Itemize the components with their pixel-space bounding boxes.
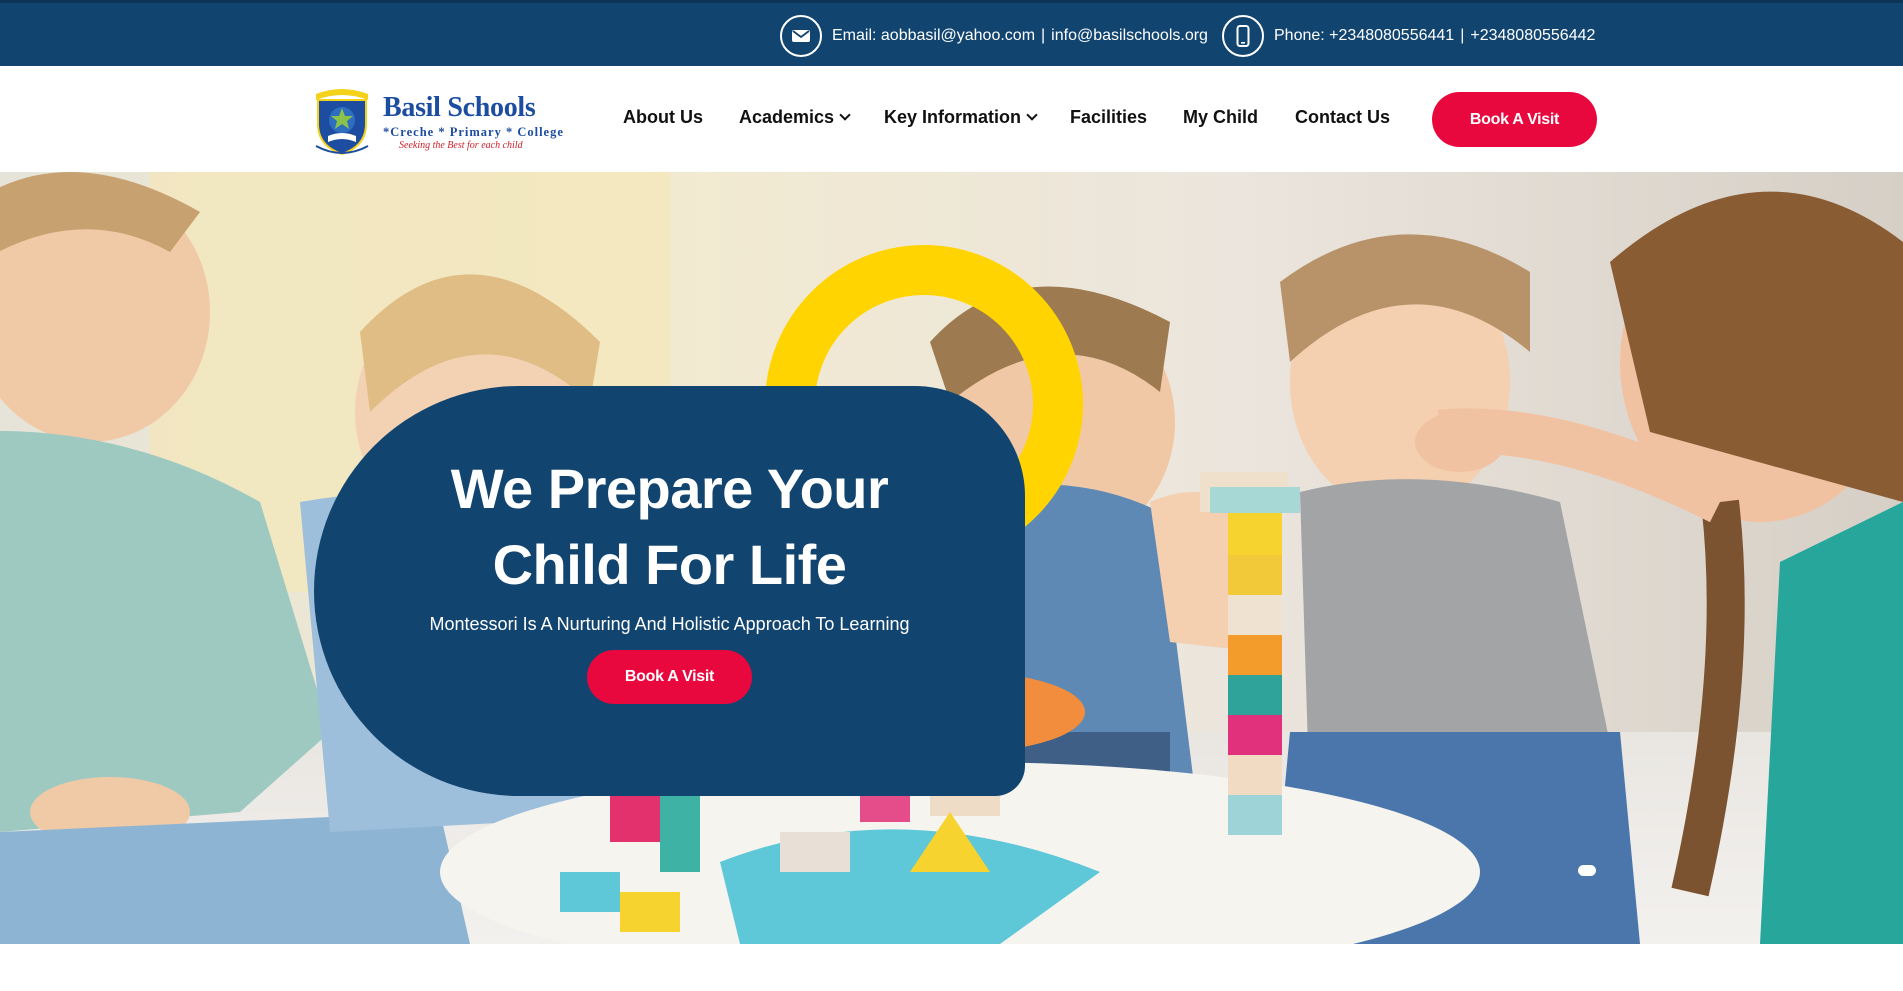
nav-item-my-child[interactable]: My Child (1183, 102, 1258, 132)
chevron-down-icon (839, 108, 851, 121)
email-label: Email: (832, 27, 877, 44)
top-info-bar: Email: aobbasil@yahoo.com | info@basilscho… (0, 0, 1903, 66)
nav-label: My Child (1183, 106, 1258, 127)
phone-secondary[interactable]: +2348080556442 (1470, 27, 1595, 45)
logo-subtitle: *Creche * Primary * College (383, 125, 564, 139)
hero-card: We Prepare Your Child For Life Montessor… (314, 386, 1025, 796)
phone-contact[interactable]: Phone: +2348080556441 | +2348080556442 (1222, 15, 1595, 57)
hero-slider: We Prepare Your Child For Life Montessor… (0, 172, 1903, 944)
nav-label: Contact Us (1295, 106, 1391, 127)
nav-label: About Us (623, 106, 703, 127)
hero-book-visit-button[interactable]: Book A Visit (587, 650, 752, 704)
nav-item-key-information[interactable]: Key Information (884, 102, 1038, 132)
logo-name: Basil Schools (383, 92, 536, 123)
nav-label: Key Information (884, 106, 1022, 127)
hero-title-line-1: We Prepare Your (450, 457, 889, 520)
hero-subtitle: Montessori Is A Nurturing And Holistic A… (429, 614, 910, 634)
chevron-down-icon (1026, 108, 1038, 121)
hero-title-line-2: Child For Life (492, 533, 847, 596)
school-crest-icon (315, 89, 369, 156)
slider-dot-active[interactable] (1578, 865, 1596, 876)
nav-item-academics[interactable]: Academics (739, 102, 851, 132)
nav-item-facilities[interactable]: Facilities (1070, 102, 1147, 132)
envelope-icon (780, 15, 822, 57)
book-visit-button[interactable]: Book A Visit (1432, 92, 1597, 147)
site-header: Basil Schools *Creche * Primary * Colleg… (0, 66, 1903, 172)
nav-item-contact-us[interactable]: Contact Us (1295, 102, 1390, 132)
site-logo[interactable]: Basil Schools *Creche * Primary * Colleg… (312, 84, 572, 156)
phone-separator: | (1460, 27, 1465, 44)
hero-title: We Prepare Your Child For Life (314, 451, 1025, 603)
email-contact[interactable]: Email: aobbasil@yahoo.com | info@basilscho… (780, 15, 1208, 57)
mobile-phone-icon (1222, 15, 1264, 57)
email-separator: | (1041, 27, 1046, 44)
email-secondary[interactable]: info@basilschools.org (1051, 27, 1208, 45)
logo-motto: Seeking the Best for each child (399, 140, 523, 151)
phone-label: Phone: (1274, 27, 1325, 44)
nav-label: Facilities (1070, 106, 1148, 127)
nav-item-about-us[interactable]: About Us (623, 102, 703, 132)
email-primary[interactable]: aobbasil@yahoo.com (881, 27, 1035, 45)
nav-label: Academics (739, 106, 835, 127)
phone-primary[interactable]: +2348080556441 (1329, 27, 1454, 45)
